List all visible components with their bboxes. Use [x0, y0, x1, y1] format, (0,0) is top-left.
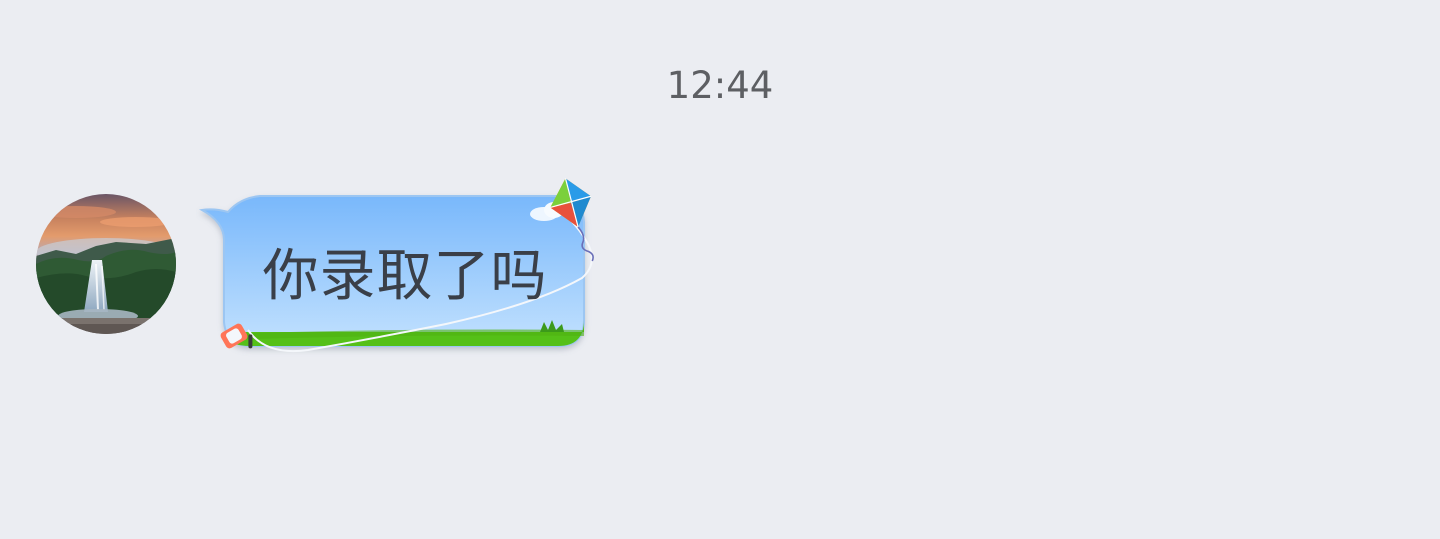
sender-avatar[interactable] — [36, 194, 176, 334]
message-bubble[interactable]: 你录取了吗 — [196, 174, 616, 364]
message-timestamp: 12:44 — [666, 64, 774, 107]
message-row: 你录取了吗 — [0, 170, 1440, 390]
avatar-landscape-image — [36, 194, 176, 334]
chat-screen: 12:44 你录取了吗 — [0, 0, 1440, 539]
message-text[interactable]: 你录取了吗 — [230, 236, 580, 318]
